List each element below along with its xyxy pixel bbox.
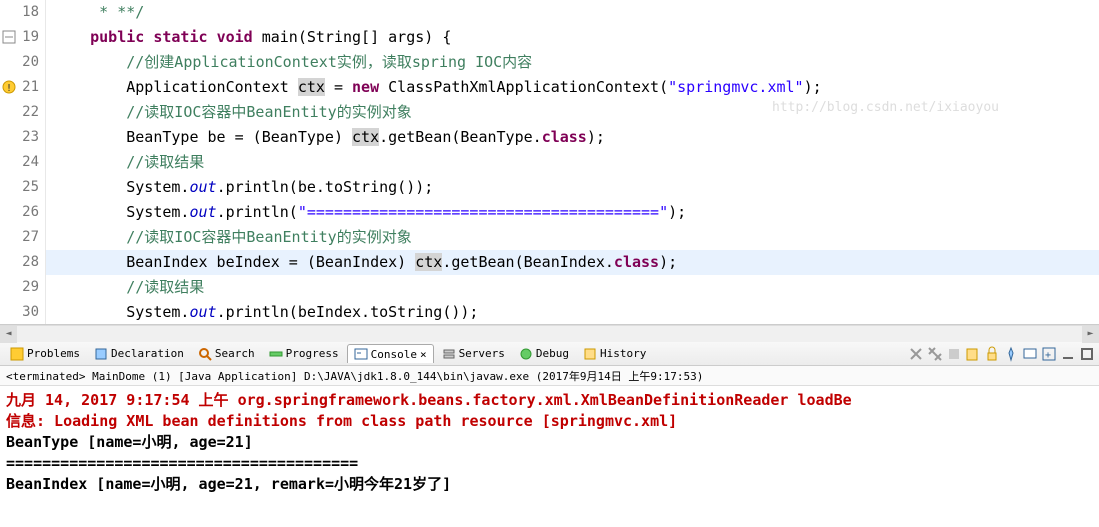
code-editor[interactable]: 18 19 20 !21 22 23 24 25 26 27 28 29 30 … xyxy=(0,0,1099,325)
declaration-icon xyxy=(94,347,108,361)
pin-console-icon[interactable] xyxy=(1003,346,1019,362)
console-line: 九月 14, 2017 9:17:54 上午 org.springframewo… xyxy=(6,390,1093,411)
line-number: 27 xyxy=(0,225,45,250)
minimize-icon[interactable] xyxy=(1060,346,1076,362)
tab-problems[interactable]: Problems xyxy=(4,345,86,363)
tab-history[interactable]: History xyxy=(577,345,652,363)
horizontal-scrollbar[interactable]: ◄ ► xyxy=(0,325,1099,342)
debug-icon xyxy=(519,347,533,361)
tab-progress[interactable]: Progress xyxy=(263,345,345,363)
scroll-right-icon[interactable]: ► xyxy=(1082,326,1099,343)
scroll-lock-icon[interactable] xyxy=(984,346,1000,362)
code-line[interactable]: //读取结果 xyxy=(46,275,1099,300)
code-area[interactable]: * **/ public static void main(String[] a… xyxy=(46,0,1099,324)
console-line: ======================================= xyxy=(6,453,1093,474)
svg-text:+: + xyxy=(1045,350,1051,361)
line-number: 20 xyxy=(0,50,45,75)
line-number: 22 xyxy=(0,100,45,125)
line-number: 23 xyxy=(0,125,45,150)
console-line: 信息: Loading XML bean definitions from cl… xyxy=(6,411,1093,432)
line-number: 26 xyxy=(0,200,45,225)
display-console-icon[interactable] xyxy=(1022,346,1038,362)
console-toolbar: + xyxy=(908,346,1095,362)
servers-icon xyxy=(442,347,456,361)
code-line[interactable]: //读取结果 xyxy=(46,150,1099,175)
history-icon xyxy=(583,347,597,361)
svg-text:!: ! xyxy=(6,83,12,94)
code-line[interactable]: System.out.println("====================… xyxy=(46,200,1099,225)
line-number: 29 xyxy=(0,275,45,300)
code-line[interactable]: //读取IOC容器中BeanEntity的实例对象 xyxy=(46,225,1099,250)
fold-icon[interactable] xyxy=(2,30,16,44)
line-gutter: 18 19 20 !21 22 23 24 25 26 27 28 29 30 xyxy=(0,0,46,324)
tab-servers[interactable]: Servers xyxy=(436,345,511,363)
line-number: 30 xyxy=(0,300,45,325)
tab-debug[interactable]: Debug xyxy=(513,345,575,363)
code-line[interactable]: ApplicationContext ctx = new ClassPathXm… xyxy=(46,75,1099,100)
open-console-icon[interactable]: + xyxy=(1041,346,1057,362)
tab-declaration[interactable]: Declaration xyxy=(88,345,190,363)
tab-console[interactable]: Console × xyxy=(347,344,434,363)
scroll-left-icon[interactable]: ◄ xyxy=(0,326,17,343)
views-tabbar: Problems Declaration Search Progress Con… xyxy=(0,342,1099,366)
code-line[interactable]: * **/ xyxy=(46,0,1099,25)
code-line[interactable]: System.out.println(be.toString()); xyxy=(46,175,1099,200)
remove-all-icon[interactable] xyxy=(927,346,943,362)
clear-console-icon[interactable] xyxy=(965,346,981,362)
code-line[interactable]: public static void main(String[] args) { xyxy=(46,25,1099,50)
line-number: 19 xyxy=(0,25,45,50)
maximize-icon[interactable] xyxy=(1079,346,1095,362)
console-process-header: <terminated> MainDome (1) [Java Applicat… xyxy=(0,366,1099,386)
line-number: 18 xyxy=(0,0,45,25)
console-icon xyxy=(354,347,368,361)
remove-launch-icon[interactable] xyxy=(908,346,924,362)
code-line[interactable]: //创建ApplicationContext实例，读取spring IOC内容 xyxy=(46,50,1099,75)
console-line: BeanType [name=小明, age=21] xyxy=(6,432,1093,453)
console-output[interactable]: 九月 14, 2017 9:17:54 上午 org.springframewo… xyxy=(0,386,1099,499)
search-icon xyxy=(198,347,212,361)
close-tab-icon[interactable]: × xyxy=(420,348,427,361)
warning-icon[interactable]: ! xyxy=(2,80,16,94)
line-number: 28 xyxy=(0,250,45,275)
progress-icon xyxy=(269,347,283,361)
code-line[interactable]: BeanIndex beIndex = (BeanIndex) ctx.getB… xyxy=(46,250,1099,275)
terminate-icon[interactable] xyxy=(946,346,962,362)
line-number: !21 xyxy=(0,75,45,100)
line-number: 25 xyxy=(0,175,45,200)
code-line[interactable]: BeanType be = (BeanType) ctx.getBean(Bea… xyxy=(46,125,1099,150)
problems-icon xyxy=(10,347,24,361)
code-line[interactable]: //读取IOC容器中BeanEntity的实例对象 xyxy=(46,100,1099,125)
tab-search[interactable]: Search xyxy=(192,345,261,363)
console-line: BeanIndex [name=小明, age=21, remark=小明今年2… xyxy=(6,474,1093,495)
code-line[interactable]: System.out.println(beIndex.toString()); xyxy=(46,300,1099,324)
line-number: 24 xyxy=(0,150,45,175)
